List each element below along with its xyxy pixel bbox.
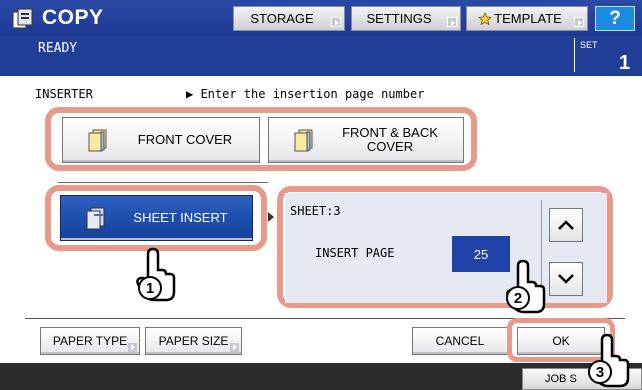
front-back-cover-button[interactable]: FRONT & BACK COVER <box>268 117 464 163</box>
storage-button-label: STORAGE <box>250 11 314 26</box>
status-text: READY <box>38 41 78 56</box>
increment-button[interactable] <box>549 208 583 242</box>
star-icon <box>478 11 493 25</box>
help-button[interactable]: ? <box>595 6 635 31</box>
cancel-label: CANCEL <box>435 334 485 348</box>
section-label: INSERTER <box>35 87 93 101</box>
front-back-cover-label: FRONT & BACK COVER <box>342 125 438 154</box>
settings-button[interactable]: SETTINGS <box>351 6 461 31</box>
chevron-down-icon <box>558 274 574 284</box>
template-button[interactable]: TEMPLATE <box>466 6 588 31</box>
step-marker-2: 2 <box>506 286 530 310</box>
front-cover-button[interactable]: FRONT COVER <box>62 117 260 163</box>
chevron-right-icon <box>128 343 137 352</box>
set-label: SET <box>580 40 598 50</box>
cancel-button[interactable]: CANCEL <box>412 327 508 355</box>
chevron-right-icon <box>331 17 341 27</box>
set-divider <box>574 38 575 72</box>
instruction-text: ▶ Enter the insertion page number <box>186 87 425 101</box>
hand-pointer-icon <box>506 259 546 314</box>
chevron-right-icon <box>230 343 239 352</box>
sheet-insert-label: SHEET INSERT <box>133 210 228 225</box>
set-count: 1 <box>619 52 631 74</box>
step-marker-1: 1 <box>138 276 162 300</box>
storage-button[interactable]: STORAGE <box>233 6 345 31</box>
sheet-indicator: SHEET:3 <box>290 204 341 218</box>
section-divider <box>58 182 268 183</box>
pointer-arrow-icon <box>268 212 274 222</box>
paper-type-label: PAPER TYPE <box>52 334 128 348</box>
job-tab-label: JOB S <box>545 373 577 385</box>
document-icon <box>88 129 107 152</box>
status-row <box>0 36 642 76</box>
insert-page-label: INSERT PAGE <box>315 246 395 260</box>
chevron-right-icon <box>447 17 457 27</box>
paper-type-button[interactable]: PAPER TYPE <box>40 327 140 355</box>
chevron-up-icon <box>558 220 574 230</box>
paper-size-label: PAPER SIZE <box>158 334 229 348</box>
paper-size-button[interactable]: PAPER SIZE <box>145 327 242 355</box>
app-title: COPY <box>42 6 104 29</box>
ok-label: OK <box>552 334 570 348</box>
sheet-insert-button[interactable]: SHEET INSERT <box>60 195 253 241</box>
copy-icon <box>12 8 33 29</box>
template-button-label: TEMPLATE <box>494 11 562 26</box>
step-marker-3: 3 <box>588 360 612 384</box>
document-icon <box>86 207 105 230</box>
chevron-right-icon <box>574 17 584 27</box>
front-cover-label: FRONT COVER <box>137 132 233 147</box>
settings-button-label: SETTINGS <box>366 11 432 26</box>
document-icon <box>294 129 313 152</box>
